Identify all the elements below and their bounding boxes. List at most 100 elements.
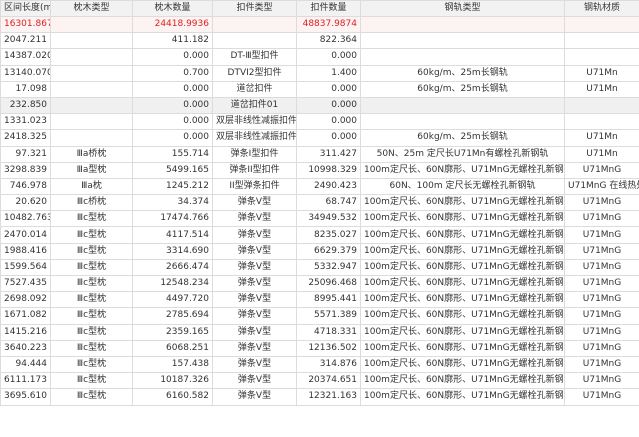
col-length-cell: 2047.211 xyxy=(0,32,51,50)
col-length-cell: 2418.325 xyxy=(0,129,51,147)
table-row[interactable]: 20.620 Ⅲc桥枕 34.374 弹条Ⅴ型 68.747 100m定尺长、60N廓形、… xyxy=(0,194,639,212)
col-fastener-type-cell: 弹条Ⅴ型 xyxy=(212,307,297,325)
col-rail-material-cell: U71MnG xyxy=(564,226,639,244)
col-rail-type-cell: 60kg/m、25m长钢轨 xyxy=(360,80,565,98)
table-row[interactable]: 97.321 Ⅲa桥枕 155.714 弹条I型扣件 311.427 50N、25m 定尺… xyxy=(0,145,639,163)
table-row[interactable]: 2047.211 411.182 822.364 xyxy=(0,32,639,50)
col-length-cell: 7527.435 xyxy=(0,274,51,293)
col-fastener-type-cell: 双层非线性减振扣件 xyxy=(212,113,297,131)
col-rail-type-cell xyxy=(360,48,565,66)
total-row[interactable]: 16301.8675 24418.9936 48837.9874 xyxy=(0,15,639,34)
col-sleeper-qty-cell: 411.182 xyxy=(132,32,213,50)
table-row[interactable]: 1415.216 Ⅲc型枕 2359.165 弹条Ⅴ型 4718.331 100m定尺长、… xyxy=(0,323,639,341)
col-rail-type-cell xyxy=(360,15,565,34)
col-sleeper-qty-cell: 157.438 xyxy=(132,355,213,374)
col-fastener-type-header[interactable]: 扣件类型 xyxy=(212,0,297,17)
col-rail-material-header[interactable]: 钢轨材质 xyxy=(564,0,639,17)
col-fastener-type-cell xyxy=(212,15,297,34)
table-row[interactable]: 10482.763 Ⅲc型枕 17474.766 弹条Ⅴ型 34949.532 100m定… xyxy=(0,210,639,228)
subtotal-row[interactable]: 232.850 0.000 道岔扣件01 0.000 xyxy=(0,96,639,115)
col-fastener-type-cell: II型弹条扣件 xyxy=(212,177,297,196)
col-sleeper-type-cell: Ⅲc型枕 xyxy=(50,388,133,406)
table-body: 16301.8675 24418.9936 48837.9874 2047.211 41… xyxy=(0,15,639,406)
col-rail-material-cell: U71Mn xyxy=(564,145,639,163)
col-length-cell: 2698.092 xyxy=(0,291,51,309)
table-row[interactable]: 1599.564 Ⅲc型枕 2666.474 弹条Ⅴ型 5332.947 100m定尺长、… xyxy=(0,258,639,277)
table-row[interactable]: 13140.070 0.700 DTVI2型扣件 1.400 60kg/m、25m长钢轨… xyxy=(0,64,639,82)
col-rail-material-cell: U71Mn xyxy=(564,129,639,147)
table-row[interactable]: 2698.092 Ⅲc型枕 4497.720 弹条Ⅴ型 8995.441 100m定尺长、… xyxy=(0,291,639,309)
col-sleeper-qty-cell: 1245.212 xyxy=(132,177,213,196)
header-row: 区间长度(m)枕木类型枕木数量扣件类型扣件数量钢轨类型钢轨材质 xyxy=(0,0,639,17)
col-rail-material-cell: U71MnG xyxy=(564,258,639,277)
table-row[interactable]: 1988.416 Ⅲc型枕 3314.690 弹条Ⅴ型 6629.379 100m定尺长、… xyxy=(0,242,639,260)
col-fastener-qty-header[interactable]: 扣件数量 xyxy=(296,0,361,17)
table-row[interactable]: 3298.839 Ⅲa型枕 5499.165 弹条II型扣件 10998.329 100m… xyxy=(0,161,639,179)
col-rail-material-cell: U71Mn xyxy=(564,64,639,82)
col-sleeper-qty-cell: 12548.234 xyxy=(132,274,213,293)
col-rail-material-cell: U71MnG xyxy=(564,355,639,374)
col-fastener-qty-cell: 822.364 xyxy=(296,32,361,50)
col-rail-type-cell: 60N、100m 定尺长无螺栓孔新钢轨 xyxy=(360,177,565,196)
col-fastener-type-cell: 弹条I型扣件 xyxy=(212,145,297,163)
col-fastener-type-cell: 弹条Ⅴ型 xyxy=(212,372,297,390)
col-length-cell: 1988.416 xyxy=(0,242,51,260)
col-fastener-qty-cell: 314.876 xyxy=(296,355,361,374)
col-length-header[interactable]: 区间长度(m) xyxy=(0,0,51,17)
col-sleeper-qty-cell: 10187.326 xyxy=(132,372,213,390)
col-sleeper-qty-cell: 0.000 xyxy=(132,48,213,66)
col-sleeper-type-cell: Ⅲc型枕 xyxy=(50,274,133,293)
col-rail-type-cell: 60kg/m、25m长钢轨 xyxy=(360,129,565,147)
col-length-cell: 232.850 xyxy=(0,96,51,115)
col-fastener-type-cell: 弹条Ⅴ型 xyxy=(212,339,297,357)
table-row[interactable]: 1671.082 Ⅲc型枕 2785.694 弹条Ⅴ型 5571.389 100m定尺长、… xyxy=(0,307,639,325)
col-length-cell: 746.978 xyxy=(0,177,51,196)
table-row[interactable]: 7527.435 Ⅲc型枕 12548.234 弹条Ⅴ型 25096.468 100m定尺… xyxy=(0,274,639,293)
col-sleeper-qty-cell: 0.700 xyxy=(132,64,213,82)
col-sleeper-qty-cell: 3314.690 xyxy=(132,242,213,260)
table-row[interactable]: 17.098 0.000 道岔扣件 0.000 60kg/m、25m长钢轨 U71Mn xyxy=(0,80,639,98)
table-row[interactable]: 746.978 Ⅲa枕 1245.212 II型弹条扣件 2490.423 60N、100… xyxy=(0,177,639,196)
col-rail-material-cell: U71MnG xyxy=(564,372,639,390)
col-rail-material-cell: U71MnG xyxy=(564,307,639,325)
col-sleeper-type-cell: Ⅲc桥枕 xyxy=(50,194,133,212)
col-sleeper-qty-cell: 155.714 xyxy=(132,145,213,163)
col-rail-material-cell: U71MnG xyxy=(564,161,639,179)
col-sleeper-type-header[interactable]: 枕木类型 xyxy=(50,0,133,17)
table-row[interactable]: 3695.610 Ⅲc型枕 6160.582 弹条Ⅴ型 12321.163 100m定尺长… xyxy=(0,388,639,406)
col-rail-type-cell: 100m定尺长、60N廓形、U71MnG无螺栓孔新钢轨 xyxy=(360,258,565,277)
col-sleeper-type-cell xyxy=(50,15,133,34)
table-row[interactable]: 14387.020 0.000 DT-Ⅲ型扣件 0.000 xyxy=(0,48,639,66)
col-sleeper-type-cell: Ⅲc型枕 xyxy=(50,291,133,309)
col-fastener-type-cell: 弹条Ⅴ型 xyxy=(212,355,297,374)
col-rail-type-cell: 100m定尺长、60N廓形、U71MnG无螺栓孔新钢轨 xyxy=(360,355,565,374)
table-row[interactable]: 6111.173 Ⅲc型枕 10187.326 弹条Ⅴ型 20374.651 100m定尺… xyxy=(0,372,639,390)
col-rail-type-cell: 100m定尺长、60N廓形、U71MnG无螺栓孔新钢轨 xyxy=(360,307,565,325)
col-sleeper-qty-header[interactable]: 枕木数量 xyxy=(132,0,213,17)
table-row[interactable]: 2418.325 0.000 双层非线性减振扣件 0.000 60kg/m、25m长钢轨… xyxy=(0,129,639,147)
col-fastener-type-cell xyxy=(212,32,297,50)
col-rail-type-cell: 100m定尺长、60N廓形、U71MnG无螺栓孔新钢轨 xyxy=(360,372,565,390)
col-length-cell: 1331.023 xyxy=(0,113,51,131)
col-sleeper-type-cell xyxy=(50,113,133,131)
col-fastener-type-cell: 弹条II型扣件 xyxy=(212,161,297,179)
col-sleeper-qty-cell: 4497.720 xyxy=(132,291,213,309)
table-row[interactable]: 94.444 Ⅲc型枕 157.438 弹条Ⅴ型 314.876 100m定尺长、60N廓… xyxy=(0,355,639,374)
col-rail-material-cell: U71MnG xyxy=(564,210,639,228)
col-sleeper-type-cell: Ⅲc型枕 xyxy=(50,372,133,390)
col-rail-type-cell: 50N、25m 定尺长U71Mn有螺栓孔新钢轨 xyxy=(360,145,565,163)
col-fastener-qty-cell: 12136.502 xyxy=(296,339,361,357)
col-sleeper-qty-cell: 2359.165 xyxy=(132,323,213,341)
col-fastener-qty-cell: 8235.027 xyxy=(296,226,361,244)
col-sleeper-type-cell: Ⅲc型枕 xyxy=(50,323,133,341)
track-materials-table: 区间长度(m)枕木类型枕木数量扣件类型扣件数量钢轨类型钢轨材质 16301.86… xyxy=(0,0,639,406)
col-rail-type-header[interactable]: 钢轨类型 xyxy=(360,0,565,17)
table-row[interactable]: 3640.223 Ⅲc型枕 6068.251 弹条Ⅴ型 12136.502 100m定尺长… xyxy=(0,339,639,357)
table-row[interactable]: 2470.014 Ⅲc型枕 4117.514 弹条Ⅴ型 8235.027 100m定尺长、… xyxy=(0,226,639,244)
col-sleeper-type-cell xyxy=(50,129,133,147)
col-sleeper-qty-cell: 5499.165 xyxy=(132,161,213,179)
col-fastener-type-cell: 弹条Ⅴ型 xyxy=(212,194,297,212)
table-row[interactable]: 1331.023 0.000 双层非线性减振扣件 0.000 xyxy=(0,113,639,131)
col-sleeper-qty-cell: 0.000 xyxy=(132,96,213,115)
col-sleeper-type-cell xyxy=(50,32,133,50)
